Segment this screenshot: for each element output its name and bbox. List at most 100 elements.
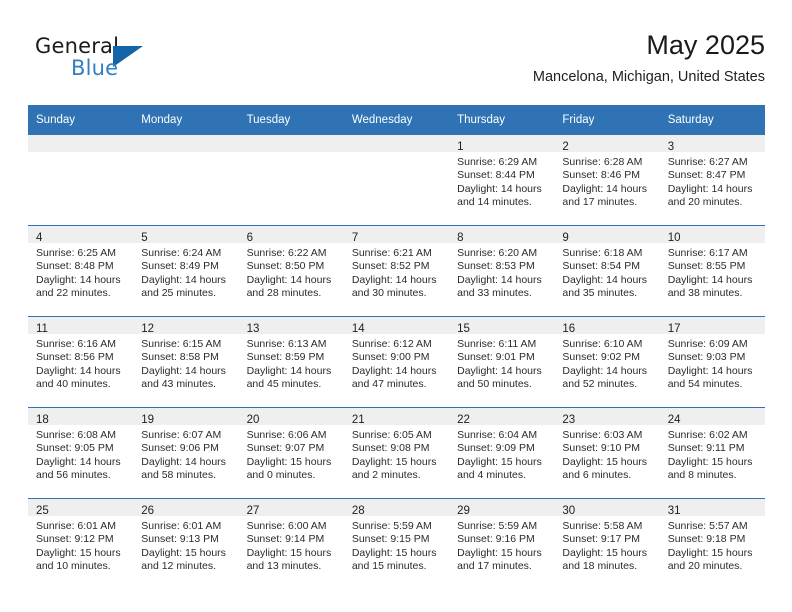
day-number: 4 [36,232,43,244]
day-number-band: 30 [554,499,660,517]
calendar-day-cell[interactable]: 8 Sunrise: 6:20 AM Sunset: 8:53 PM Daylight… [449,225,555,317]
calendar-day-cell[interactable]: 30 Sunrise: 5:58 AM Sunset: 9:17 PM Dayligh… [554,498,660,589]
day-details: Sunrise: 6:11 AM Sunset: 9:01 PM Daylight:… [449,334,554,392]
calendar-day-cell[interactable]: 24 Sunrise: 6:02 AM Sunset: 9:11 PM Dayligh… [659,407,765,499]
sunset-time: Sunset: 9:18 PM [667,533,746,546]
day-number-band: 2 [554,135,660,153]
calendar-day-cell[interactable]: 31 Sunrise: 5:57 AM Sunset: 9:18 PM Dayligh… [659,498,765,589]
calendar-day-cell[interactable]: 20 Sunrise: 6:06 AM Sunset: 9:07 PM Dayligh… [238,407,344,499]
day-number-band: 5 [133,226,239,244]
daylight-duration-line2: and 56 minutes. [36,469,111,482]
sunset-time: Sunset: 8:49 PM [141,260,219,273]
sunset-time: Sunset: 8:56 PM [36,351,114,364]
calendar-day-cell[interactable]: 13 Sunrise: 6:13 AM Sunset: 8:59 PM Dayligh… [238,316,344,408]
daylight-duration-line2: and 10 minutes. [36,560,111,573]
calendar-day-cell[interactable]: 23 Sunrise: 6:03 AM Sunset: 9:10 PM Dayligh… [554,407,660,499]
sunrise-time: Sunrise: 6:16 AM [36,338,116,350]
calendar-day-cell[interactable]: 10 Sunrise: 6:17 AM Sunset: 8:55 PM Dayligh… [659,225,765,317]
sunrise-time: Sunrise: 6:10 AM [562,338,643,350]
day-number: 7 [351,232,359,244]
sunset-time: Sunset: 9:13 PM [141,533,219,546]
calendar-day-cell[interactable]: 27 Sunrise: 6:00 AM Sunset: 9:14 PM Dayligh… [238,498,344,589]
sunset-time: Sunset: 9:08 PM [351,442,430,455]
day-details: Sunrise: 6:08 AM Sunset: 9:05 PM Daylight:… [28,425,133,483]
calendar-day-cell[interactable]: 11 Sunrise: 6:16 AM Sunset: 8:56 PM Dayligh… [28,316,134,408]
sunset-time: Sunset: 9:00 PM [351,351,430,364]
day-number-band: 11 [28,317,134,335]
daylight-duration-line2: and 13 minutes. [246,560,322,573]
day-details: Sunrise: 6:18 AM Sunset: 8:54 PM Daylight:… [554,243,659,301]
day-details: Sunrise: 6:25 AM Sunset: 8:48 PM Daylight:… [28,243,133,301]
daylight-duration-line2: and 8 minutes. [667,469,737,482]
sunset-time: Sunset: 9:12 PM [36,533,114,546]
sunrise-time: Sunrise: 6:13 AM [246,338,327,350]
day-number-band: 29 [449,499,555,517]
calendar-day-cell[interactable]: 2 Sunrise: 6:28 AM Sunset: 8:46 PM Daylight… [554,135,660,226]
daylight-duration-line2: and 52 minutes. [562,378,638,391]
calendar-day-cell[interactable]: 15 Sunrise: 6:11 AM Sunset: 9:01 PM Dayligh… [449,316,555,408]
calendar-day-cell[interactable]: 5 Sunrise: 6:24 AM Sunset: 8:49 PM Daylight… [133,225,239,317]
calendar-day-cell[interactable]: 26 Sunrise: 6:01 AM Sunset: 9:13 PM Dayligh… [133,498,239,589]
day-details: Sunrise: 6:22 AM Sunset: 8:50 PM Daylight:… [239,243,344,301]
calendar-day-cell[interactable]: 6 Sunrise: 6:22 AM Sunset: 8:50 PM Daylight… [238,225,344,317]
day-number-band [133,135,239,152]
day-details: Sunrise: 6:09 AM Sunset: 9:03 PM Daylight:… [660,334,765,392]
calendar-day-cell[interactable]: 28 Sunrise: 5:59 AM Sunset: 9:15 PM Dayligh… [343,498,450,589]
sunrise-time: Sunrise: 6:04 AM [457,429,538,441]
sunset-time: Sunset: 9:14 PM [246,533,325,546]
calendar-day-cell[interactable]: 21 Sunrise: 6:05 AM Sunset: 9:08 PM Dayligh… [343,407,450,499]
daylight-duration-line2: and 15 minutes. [351,560,427,573]
sunset-time: Sunset: 8:44 PM [457,169,535,182]
day-details: Sunrise: 6:24 AM Sunset: 8:49 PM Daylight:… [133,243,238,301]
day-number: 27 [246,505,260,517]
calendar-day-cell[interactable]: 12 Sunrise: 6:15 AM Sunset: 8:58 PM Dayligh… [133,316,239,408]
calendar-day-cell[interactable]: 19 Sunrise: 6:07 AM Sunset: 9:06 PM Dayligh… [133,407,239,499]
calendar-day-cell[interactable]: 7 Sunrise: 6:21 AM Sunset: 8:52 PM Daylight… [343,225,450,317]
daylight-duration-line2: and 40 minutes. [36,378,111,391]
sunrise-time: Sunrise: 6:06 AM [246,429,327,441]
day-number-band [238,135,344,152]
sunset-time: Sunset: 9:02 PM [562,351,641,364]
calendar-day-cell[interactable]: 25 Sunrise: 6:01 AM Sunset: 9:12 PM Dayligh… [28,498,134,589]
day-number-band: 1 [449,135,555,153]
calendar-day-cell[interactable]: 18 Sunrise: 6:08 AM Sunset: 9:05 PM Dayligh… [28,407,134,499]
sunrise-time: Sunrise: 6:02 AM [667,429,748,441]
calendar-day-cell[interactable]: 14 Sunrise: 6:12 AM Sunset: 9:00 PM Dayligh… [343,316,450,408]
sunrise-time: Sunrise: 6:09 AM [667,338,748,350]
day-number-band: 17 [659,317,765,335]
sunset-time: Sunset: 8:50 PM [246,260,325,273]
day-details: Sunrise: 6:04 AM Sunset: 9:09 PM Daylight:… [449,425,554,483]
calendar-day-cell[interactable]: 1 Sunrise: 6:29 AM Sunset: 8:44 PM Daylight… [449,135,555,226]
day-number: 20 [246,414,260,426]
sunrise-time: Sunrise: 5:58 AM [562,520,643,532]
daylight-duration-line2: and 20 minutes. [667,560,743,573]
daylight-duration-line1: Daylight: 14 hours [667,364,753,377]
calendar-day-cell[interactable]: 9 Sunrise: 6:18 AM Sunset: 8:54 PM Daylight… [554,225,660,317]
calendar-page: General Blue May 2025 Mancelona, Michiga… [0,0,792,612]
sunset-time: Sunset: 8:59 PM [246,351,325,364]
calendar-day-cell[interactable]: 4 Sunrise: 6:25 AM Sunset: 8:48 PM Daylight… [28,225,134,317]
day-number: 12 [141,323,155,335]
day-number-band: 28 [343,499,450,517]
daylight-duration-line2: and 18 minutes. [562,560,638,573]
day-details: Sunrise: 5:58 AM Sunset: 9:17 PM Daylight:… [554,516,659,574]
daylight-duration-line2: and 58 minutes. [141,469,216,482]
day-number: 14 [351,323,365,335]
day-details [239,152,344,156]
calendar-header-row: Sunday Monday Tuesday Wednesday Thursday… [28,105,765,135]
daylight-duration-line1: Daylight: 14 hours [667,273,753,286]
daylight-duration-line1: Daylight: 15 hours [667,455,753,468]
daylight-duration-line2: and 54 minutes. [667,378,743,391]
sunrise-time: Sunrise: 6:07 AM [141,429,222,441]
daylight-duration-line2: and 38 minutes. [667,287,743,300]
day-number-band: 4 [28,226,134,244]
calendar-day-cell[interactable]: 29 Sunrise: 5:59 AM Sunset: 9:16 PM Dayligh… [449,498,555,589]
day-number-band: 19 [133,408,239,426]
sunset-time: Sunset: 9:06 PM [141,442,219,455]
calendar-day-cell[interactable]: 22 Sunrise: 6:04 AM Sunset: 9:09 PM Dayligh… [449,407,555,499]
day-details: Sunrise: 5:59 AM Sunset: 9:16 PM Daylight:… [449,516,554,574]
calendar-day-cell[interactable]: 16 Sunrise: 6:10 AM Sunset: 9:02 PM Dayligh… [554,316,660,408]
day-details [344,152,449,156]
calendar-day-cell[interactable]: 17 Sunrise: 6:09 AM Sunset: 9:03 PM Dayligh… [659,316,765,408]
calendar-day-cell[interactable]: 3 Sunrise: 6:27 AM Sunset: 8:47 PM Daylight… [659,135,765,226]
